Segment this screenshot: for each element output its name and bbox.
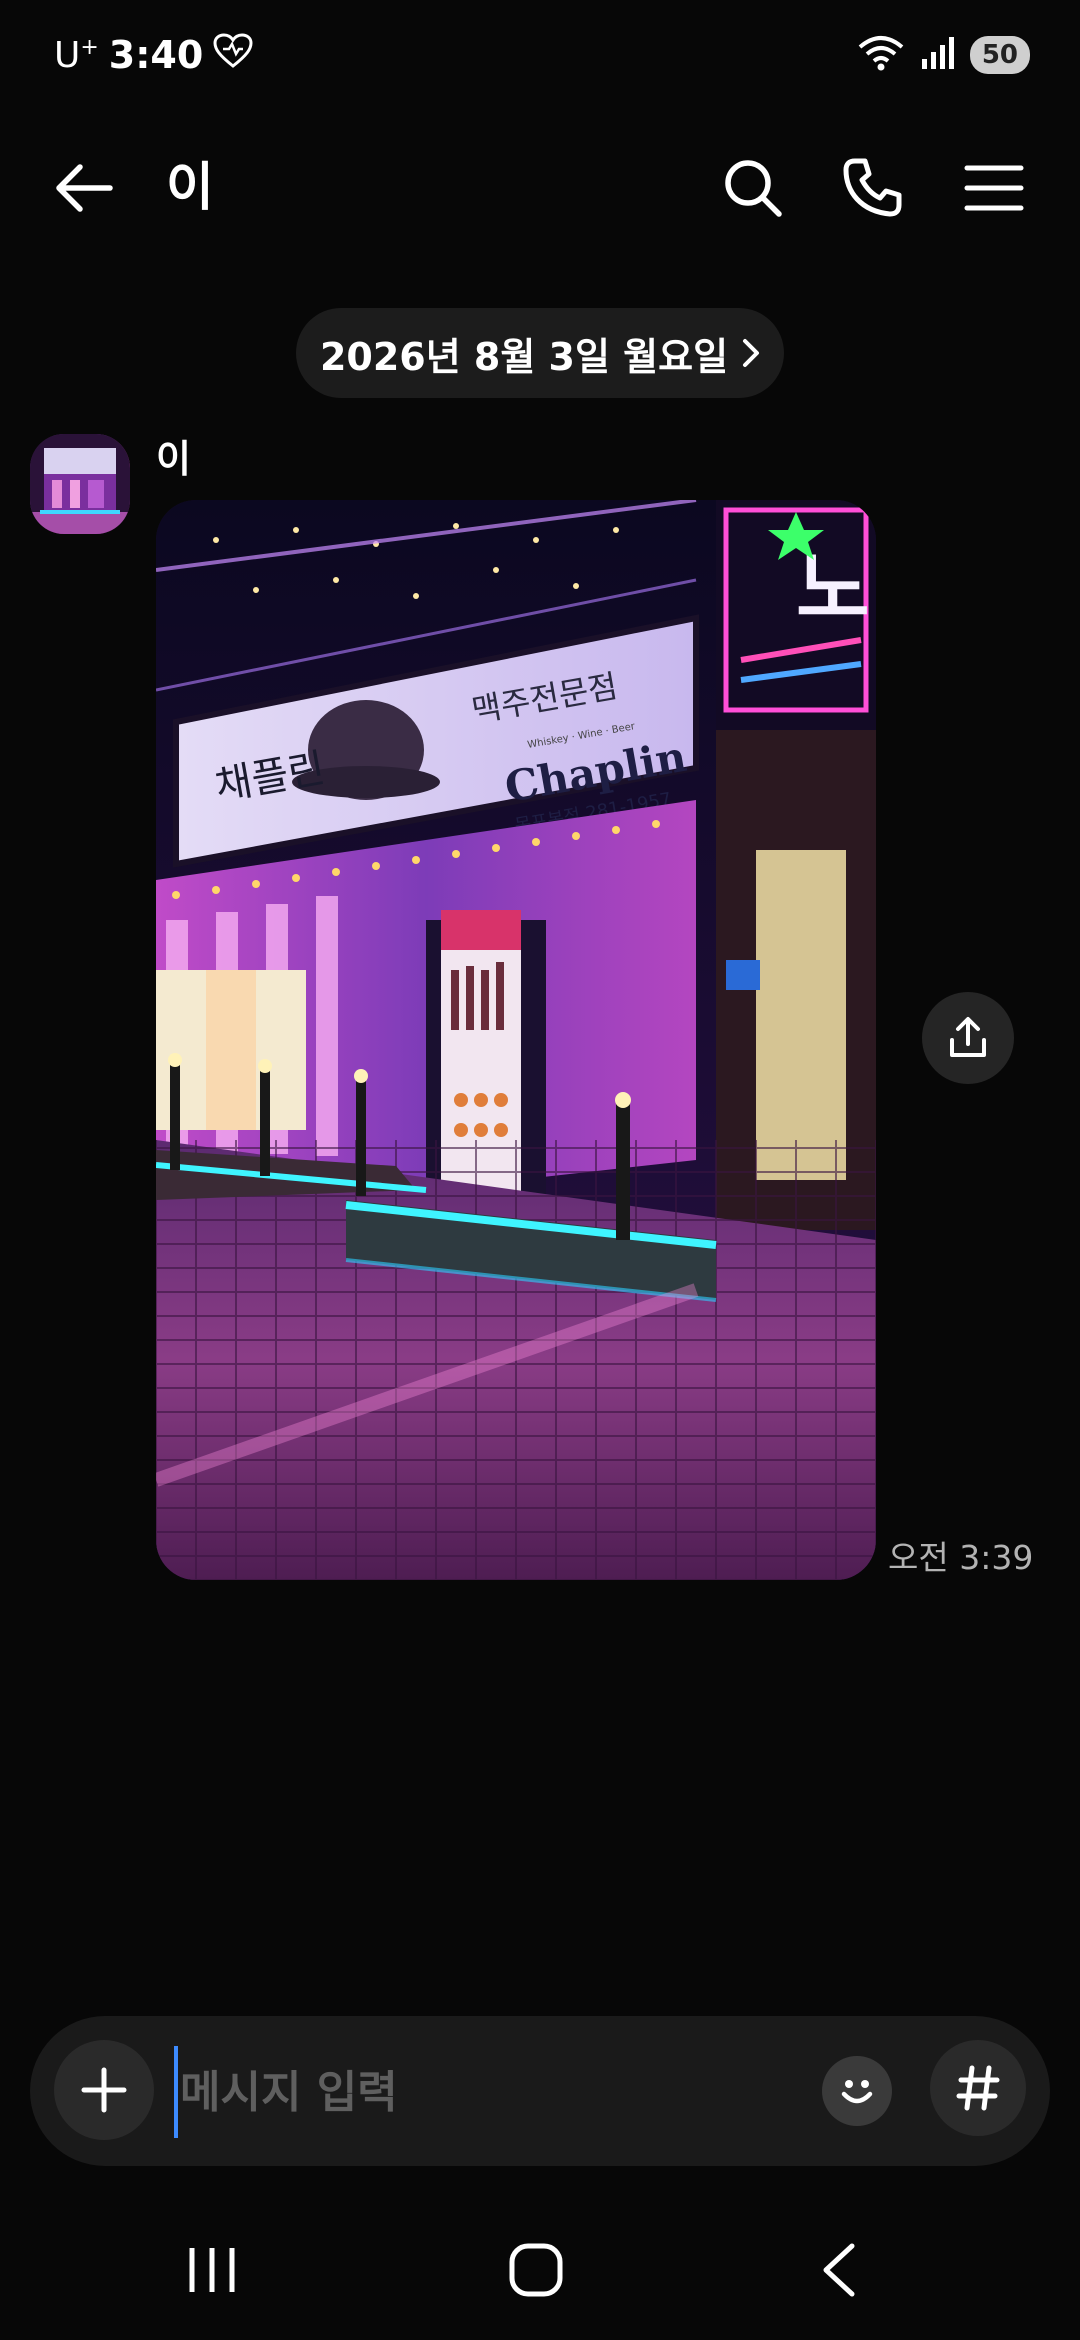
chat-title: 이 [166,158,214,218]
home-button[interactable] [476,2230,596,2310]
hamburger-menu-icon [964,165,1024,211]
phone-icon [843,158,902,217]
photo-message[interactable]: 채플린 맥주전문점 Whiskey · Wine · Beer Chaplin … [156,500,876,1580]
message-timestamp: 오전 3:39 [888,1538,1034,1577]
attach-button[interactable] [54,2040,154,2140]
plus-icon [81,2067,127,2113]
back-button[interactable] [50,140,118,236]
menu-button[interactable] [956,150,1032,226]
heart-status-icon [213,32,253,78]
smiley-icon [841,2080,873,2104]
wifi-icon [856,33,906,77]
carrier-label: U+ [54,34,99,76]
hashtag-button[interactable] [930,2040,1026,2136]
share-button[interactable] [922,992,1014,1084]
chevron-left-icon [823,2243,855,2297]
signal-icon [920,35,956,75]
home-icon [509,2243,563,2297]
sender-name: 이 [156,437,191,481]
recent-apps-button[interactable] [152,2230,272,2310]
clock: 3:40 [108,33,204,77]
nav-back-button[interactable] [778,2230,898,2310]
recent-apps-icon [189,2248,235,2292]
search-button[interactable] [715,150,791,226]
call-button[interactable] [834,150,910,226]
hashtag-icon [956,2065,1000,2111]
date-separator[interactable]: 2026년 8월 3일 월요일 [296,308,784,398]
sender-avatar[interactable] [30,434,130,534]
share-icon [950,1017,986,1057]
message-input[interactable] [174,2046,802,2138]
date-label: 2026년 8월 3일 월요일 [319,334,729,379]
arrow-left-icon [56,164,113,212]
status-bar-right: 50 [856,28,1030,82]
search-icon [725,160,782,217]
battery-indicator: 50 [969,36,1030,74]
neon-sign-text: 노 [796,542,870,635]
emoji-button[interactable] [822,2056,892,2126]
storefront-photo: 채플린 맥주전문점 Whiskey · Wine · Beer Chaplin … [156,500,876,1580]
chevron-right-icon [743,339,760,367]
status-bar-left: U+ 3:40 [54,28,253,82]
